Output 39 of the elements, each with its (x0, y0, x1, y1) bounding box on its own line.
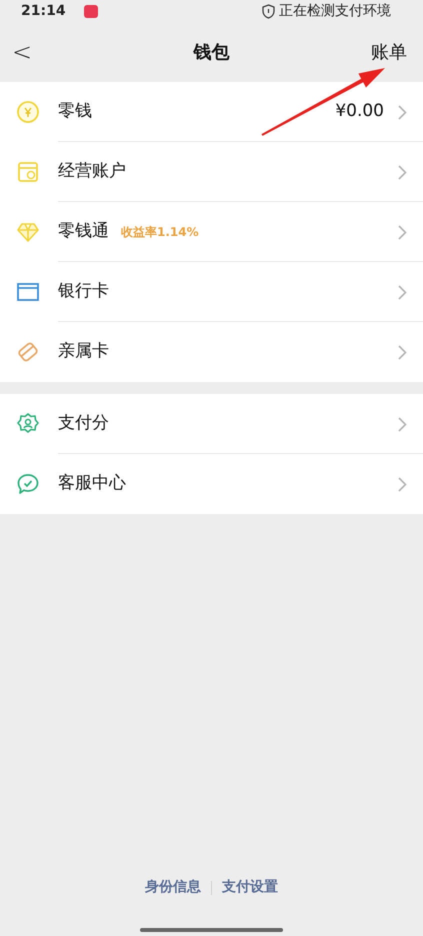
card-icon (16, 340, 40, 364)
chevron-icon (398, 224, 407, 240)
chevron-icon (398, 284, 407, 300)
item-label: 客服中心 (58, 472, 126, 496)
menu-item[interactable]: 经营账户 (0, 142, 423, 202)
item-label: 亲属卡 (58, 340, 109, 364)
menu-item[interactable]: 零钱通 收益率1.14% (0, 202, 423, 262)
item-label: 零钱 (58, 100, 92, 124)
menu-item[interactable]: 银行卡 (0, 262, 423, 322)
item-label: 支付分 (58, 412, 109, 436)
chevron-icon (398, 476, 407, 492)
item-label: 银行卡 (58, 280, 109, 304)
chevron-icon (398, 416, 407, 432)
shield-icon (262, 4, 275, 18)
shop-icon (16, 160, 40, 184)
chevron-icon (398, 164, 407, 180)
chevron-icon (398, 344, 407, 360)
coin-icon (16, 100, 40, 124)
item-label: 零钱通 (58, 220, 109, 244)
status-time: 21:14 (21, 2, 66, 20)
chat-icon (16, 472, 40, 496)
balance-value: ¥0.00 (335, 100, 384, 124)
menu-item[interactable]: 支付分 (0, 394, 423, 454)
notification-icon (84, 4, 98, 18)
yield-tag: 收益率1.14% (121, 223, 199, 241)
footer-link[interactable]: 身份信息 (145, 877, 201, 898)
bills-link[interactable]: 账单 (371, 38, 407, 66)
status-text: 正在检测支付环境 (279, 2, 391, 20)
menu-item[interactable]: 亲属卡 (0, 322, 423, 382)
menu-item[interactable]: 客服中心 (0, 454, 423, 514)
menu-item[interactable]: 零钱 ¥0.00 (0, 82, 423, 142)
card-icon (16, 280, 40, 304)
page-title: 钱包 (194, 40, 230, 64)
diamond-icon (16, 220, 40, 244)
footer-link[interactable]: 支付设置 (222, 877, 278, 898)
back-button[interactable]: < (12, 40, 28, 64)
item-label: 经营账户 (58, 160, 126, 184)
badge-icon (16, 412, 40, 436)
chevron-icon (398, 104, 407, 120)
